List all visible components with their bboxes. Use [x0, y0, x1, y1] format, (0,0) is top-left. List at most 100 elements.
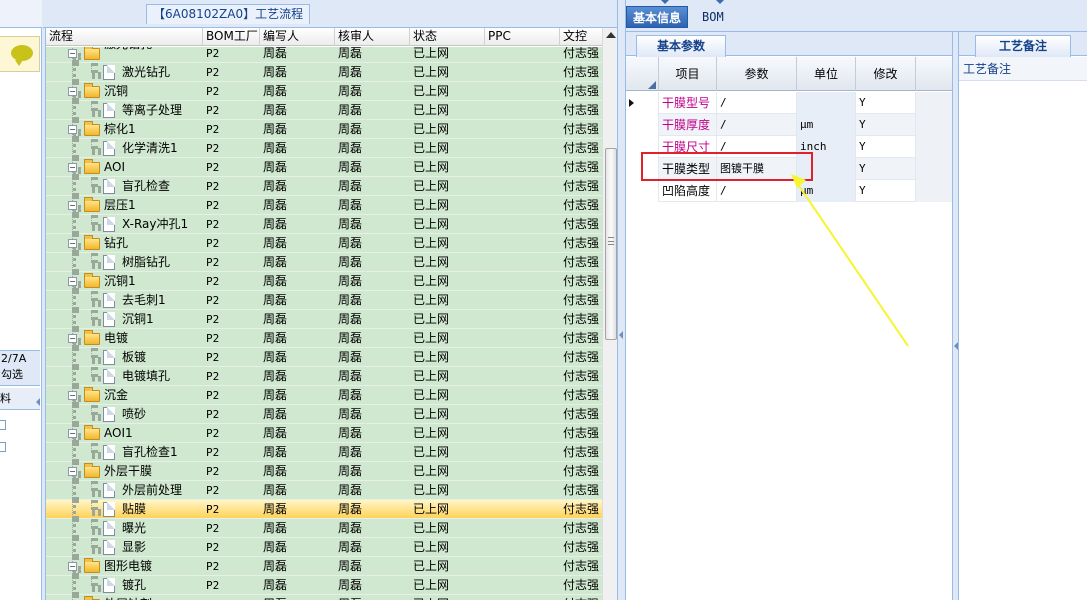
- tree-row-group[interactable]: − 图形电镀 P2 周磊 周磊 已上网 付志强: [46, 557, 602, 576]
- ppc-cell[interactable]: [485, 405, 560, 424]
- process-name-cell[interactable]: 外层前处理: [46, 481, 203, 500]
- bom-factory-cell[interactable]: P2: [203, 443, 260, 462]
- process-name-cell[interactable]: 曝光: [46, 519, 203, 538]
- ppc-cell[interactable]: [485, 196, 560, 215]
- doc-control-cell[interactable]: 付志强: [560, 120, 602, 139]
- writer-cell[interactable]: 周磊: [260, 177, 335, 196]
- process-name-cell[interactable]: −外层蚀刻: [46, 595, 203, 600]
- param-item-cell[interactable]: 干膜厚度: [659, 114, 717, 136]
- scroll-up-arrow-icon[interactable]: [606, 32, 616, 38]
- param-row[interactable]: 干膜类型 图镀干膜 Y: [626, 158, 952, 180]
- reviewer-cell[interactable]: 周磊: [335, 158, 410, 177]
- param-unit-cell[interactable]: μm: [797, 114, 856, 136]
- column-header-status[interactable]: 状态: [410, 28, 485, 46]
- process-name-cell[interactable]: 去毛刺1: [46, 291, 203, 310]
- ppc-cell[interactable]: [485, 557, 560, 576]
- tree-row-step[interactable]: 喷砂 P2 周磊 周磊 已上网 付志强: [46, 405, 602, 424]
- collapse-toggle-icon[interactable]: −: [68, 391, 77, 400]
- chat-button[interactable]: [0, 36, 40, 72]
- ppc-cell[interactable]: [485, 367, 560, 386]
- process-name-cell[interactable]: − 外层干膜: [46, 462, 203, 481]
- param-unit-cell[interactable]: [797, 158, 856, 180]
- writer-cell[interactable]: 周磊: [260, 101, 335, 120]
- doc-control-cell[interactable]: 付志强: [560, 234, 602, 253]
- reviewer-cell[interactable]: 周磊: [335, 329, 410, 348]
- bom-factory-cell[interactable]: P2: [203, 386, 260, 405]
- bom-factory-cell[interactable]: P2: [203, 595, 260, 600]
- collapse-toggle-icon[interactable]: −: [68, 429, 77, 438]
- doc-control-cell[interactable]: 付志强: [560, 481, 602, 500]
- ppc-cell[interactable]: [485, 63, 560, 82]
- tree-row-step[interactable]: 板镀 P2 周磊 周磊 已上网 付志强: [46, 348, 602, 367]
- bom-factory-cell[interactable]: P2: [203, 557, 260, 576]
- writer-cell[interactable]: 周磊: [260, 234, 335, 253]
- writer-cell[interactable]: 周磊: [260, 367, 335, 386]
- process-name-cell[interactable]: − 电镀: [46, 329, 203, 348]
- ppc-cell[interactable]: [485, 82, 560, 101]
- tree-row-step[interactable]: 激光钻孔 P2 周磊 周磊 已上网 付志强: [46, 63, 602, 82]
- ppc-cell[interactable]: [485, 177, 560, 196]
- writer-cell[interactable]: 周磊: [260, 47, 335, 63]
- process-name-cell[interactable]: X-Ray冲孔1: [46, 215, 203, 234]
- writer-cell[interactable]: 周磊: [260, 481, 335, 500]
- ppc-cell[interactable]: [485, 120, 560, 139]
- bom-factory-cell[interactable]: P2: [203, 348, 260, 367]
- status-cell[interactable]: 已上网: [410, 82, 485, 101]
- params-header-item[interactable]: 项目: [659, 57, 717, 91]
- param-row[interactable]: 凹陷高度 / μm Y: [626, 180, 952, 202]
- process-name-cell[interactable]: 电镀填孔: [46, 367, 203, 386]
- collapse-toggle-icon[interactable]: −: [68, 467, 77, 476]
- right-splitter[interactable]: [952, 32, 959, 600]
- doc-control-cell[interactable]: 付志强: [560, 47, 602, 63]
- tree-row-step[interactable]: 盲孔检查 P2 周磊 周磊 已上网 付志强: [46, 177, 602, 196]
- ppc-cell[interactable]: [485, 443, 560, 462]
- status-cell[interactable]: 已上网: [410, 500, 485, 519]
- reviewer-cell[interactable]: 周磊: [335, 367, 410, 386]
- param-item-cell[interactable]: 干膜尺寸: [659, 136, 717, 158]
- bom-factory-cell[interactable]: P2: [203, 234, 260, 253]
- tree-row-step[interactable]: 外层前处理 P2 周磊 周磊 已上网 付志强: [46, 481, 602, 500]
- collapse-toggle-icon[interactable]: −: [68, 125, 77, 134]
- bom-factory-cell[interactable]: P2: [203, 405, 260, 424]
- tree-row-group[interactable]: − 沉铜 P2 周磊 周磊 已上网 付志强: [46, 82, 602, 101]
- reviewer-cell[interactable]: 周磊: [335, 101, 410, 120]
- ppc-cell[interactable]: [485, 348, 560, 367]
- ppc-cell[interactable]: [485, 329, 560, 348]
- status-cell[interactable]: 已上网: [410, 329, 485, 348]
- reviewer-cell[interactable]: 周磊: [335, 481, 410, 500]
- tree-row-step[interactable]: 化学清洗1 P2 周磊 周磊 已上网 付志强: [46, 139, 602, 158]
- process-name-cell[interactable]: − 沉金: [46, 386, 203, 405]
- ppc-cell[interactable]: [485, 310, 560, 329]
- tree-row-group[interactable]: − 电镀 P2 周磊 周磊 已上网 付志强: [46, 329, 602, 348]
- doc-control-cell[interactable]: 付志强: [560, 310, 602, 329]
- tab-bom[interactable]: BOM: [696, 6, 730, 28]
- bom-factory-cell[interactable]: P2: [203, 272, 260, 291]
- collapse-toggle-icon[interactable]: −: [68, 239, 77, 248]
- param-item-cell[interactable]: 干膜类型: [659, 158, 717, 180]
- ppc-cell[interactable]: [485, 253, 560, 272]
- process-name-cell[interactable]: − 沉铜: [46, 82, 203, 101]
- collapse-toggle-icon[interactable]: −: [68, 277, 77, 286]
- reviewer-cell[interactable]: 周磊: [335, 196, 410, 215]
- param-unit-cell[interactable]: μm: [797, 180, 856, 202]
- writer-cell[interactable]: 周磊: [260, 500, 335, 519]
- process-name-cell[interactable]: − 棕化1: [46, 120, 203, 139]
- ppc-cell[interactable]: [485, 481, 560, 500]
- bom-factory-cell[interactable]: P2: [203, 101, 260, 120]
- status-cell[interactable]: 已上网: [410, 595, 485, 600]
- process-name-cell[interactable]: − 层压1: [46, 196, 203, 215]
- writer-cell[interactable]: 周磊: [260, 348, 335, 367]
- row-indicator[interactable]: [626, 136, 659, 158]
- ppc-cell[interactable]: [485, 47, 560, 63]
- param-item-cell[interactable]: 凹陷高度: [659, 180, 717, 202]
- param-modify-cell[interactable]: Y: [856, 180, 916, 202]
- bom-factory-cell[interactable]: P2: [203, 462, 260, 481]
- ppc-cell[interactable]: [485, 215, 560, 234]
- bom-factory-cell[interactable]: P2: [203, 63, 260, 82]
- status-cell[interactable]: 已上网: [410, 481, 485, 500]
- column-header-writer[interactable]: 编写人: [260, 28, 335, 46]
- writer-cell[interactable]: 周磊: [260, 329, 335, 348]
- ppc-cell[interactable]: [485, 101, 560, 120]
- tree-row-group[interactable]: −激光钻孔P2周磊周磊已上网付志强: [46, 47, 602, 63]
- row-checkbox[interactable]: [0, 442, 6, 452]
